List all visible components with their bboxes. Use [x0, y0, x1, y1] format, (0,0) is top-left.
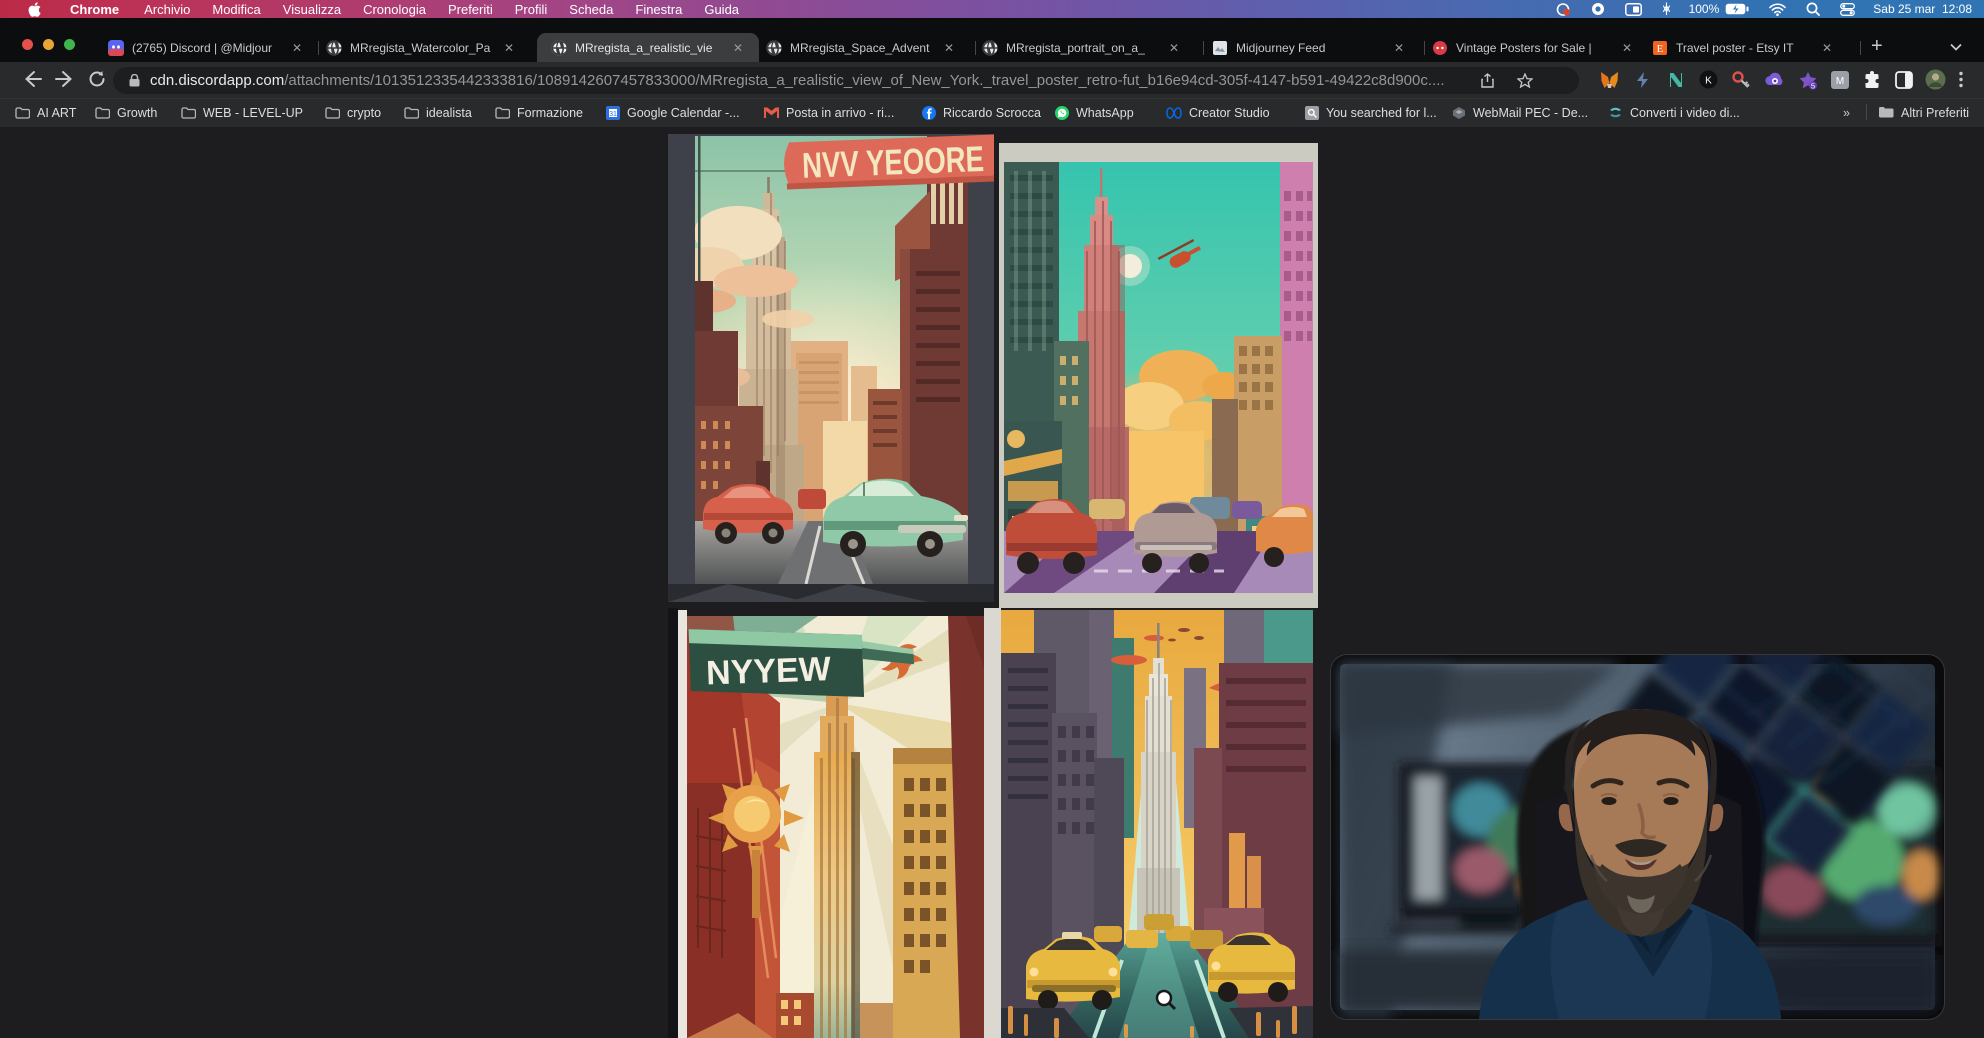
svg-text:NYYEW: NYYEW: [705, 650, 832, 692]
svg-text:NVV YEOORE: NVV YEOORE: [801, 138, 984, 186]
svg-text:K: K: [1705, 76, 1712, 87]
svg-text:E: E: [1657, 43, 1664, 55]
svg-text:M: M: [1836, 76, 1844, 87]
svg-text:5: 5: [1811, 82, 1815, 91]
svg-text:31: 31: [609, 111, 617, 118]
